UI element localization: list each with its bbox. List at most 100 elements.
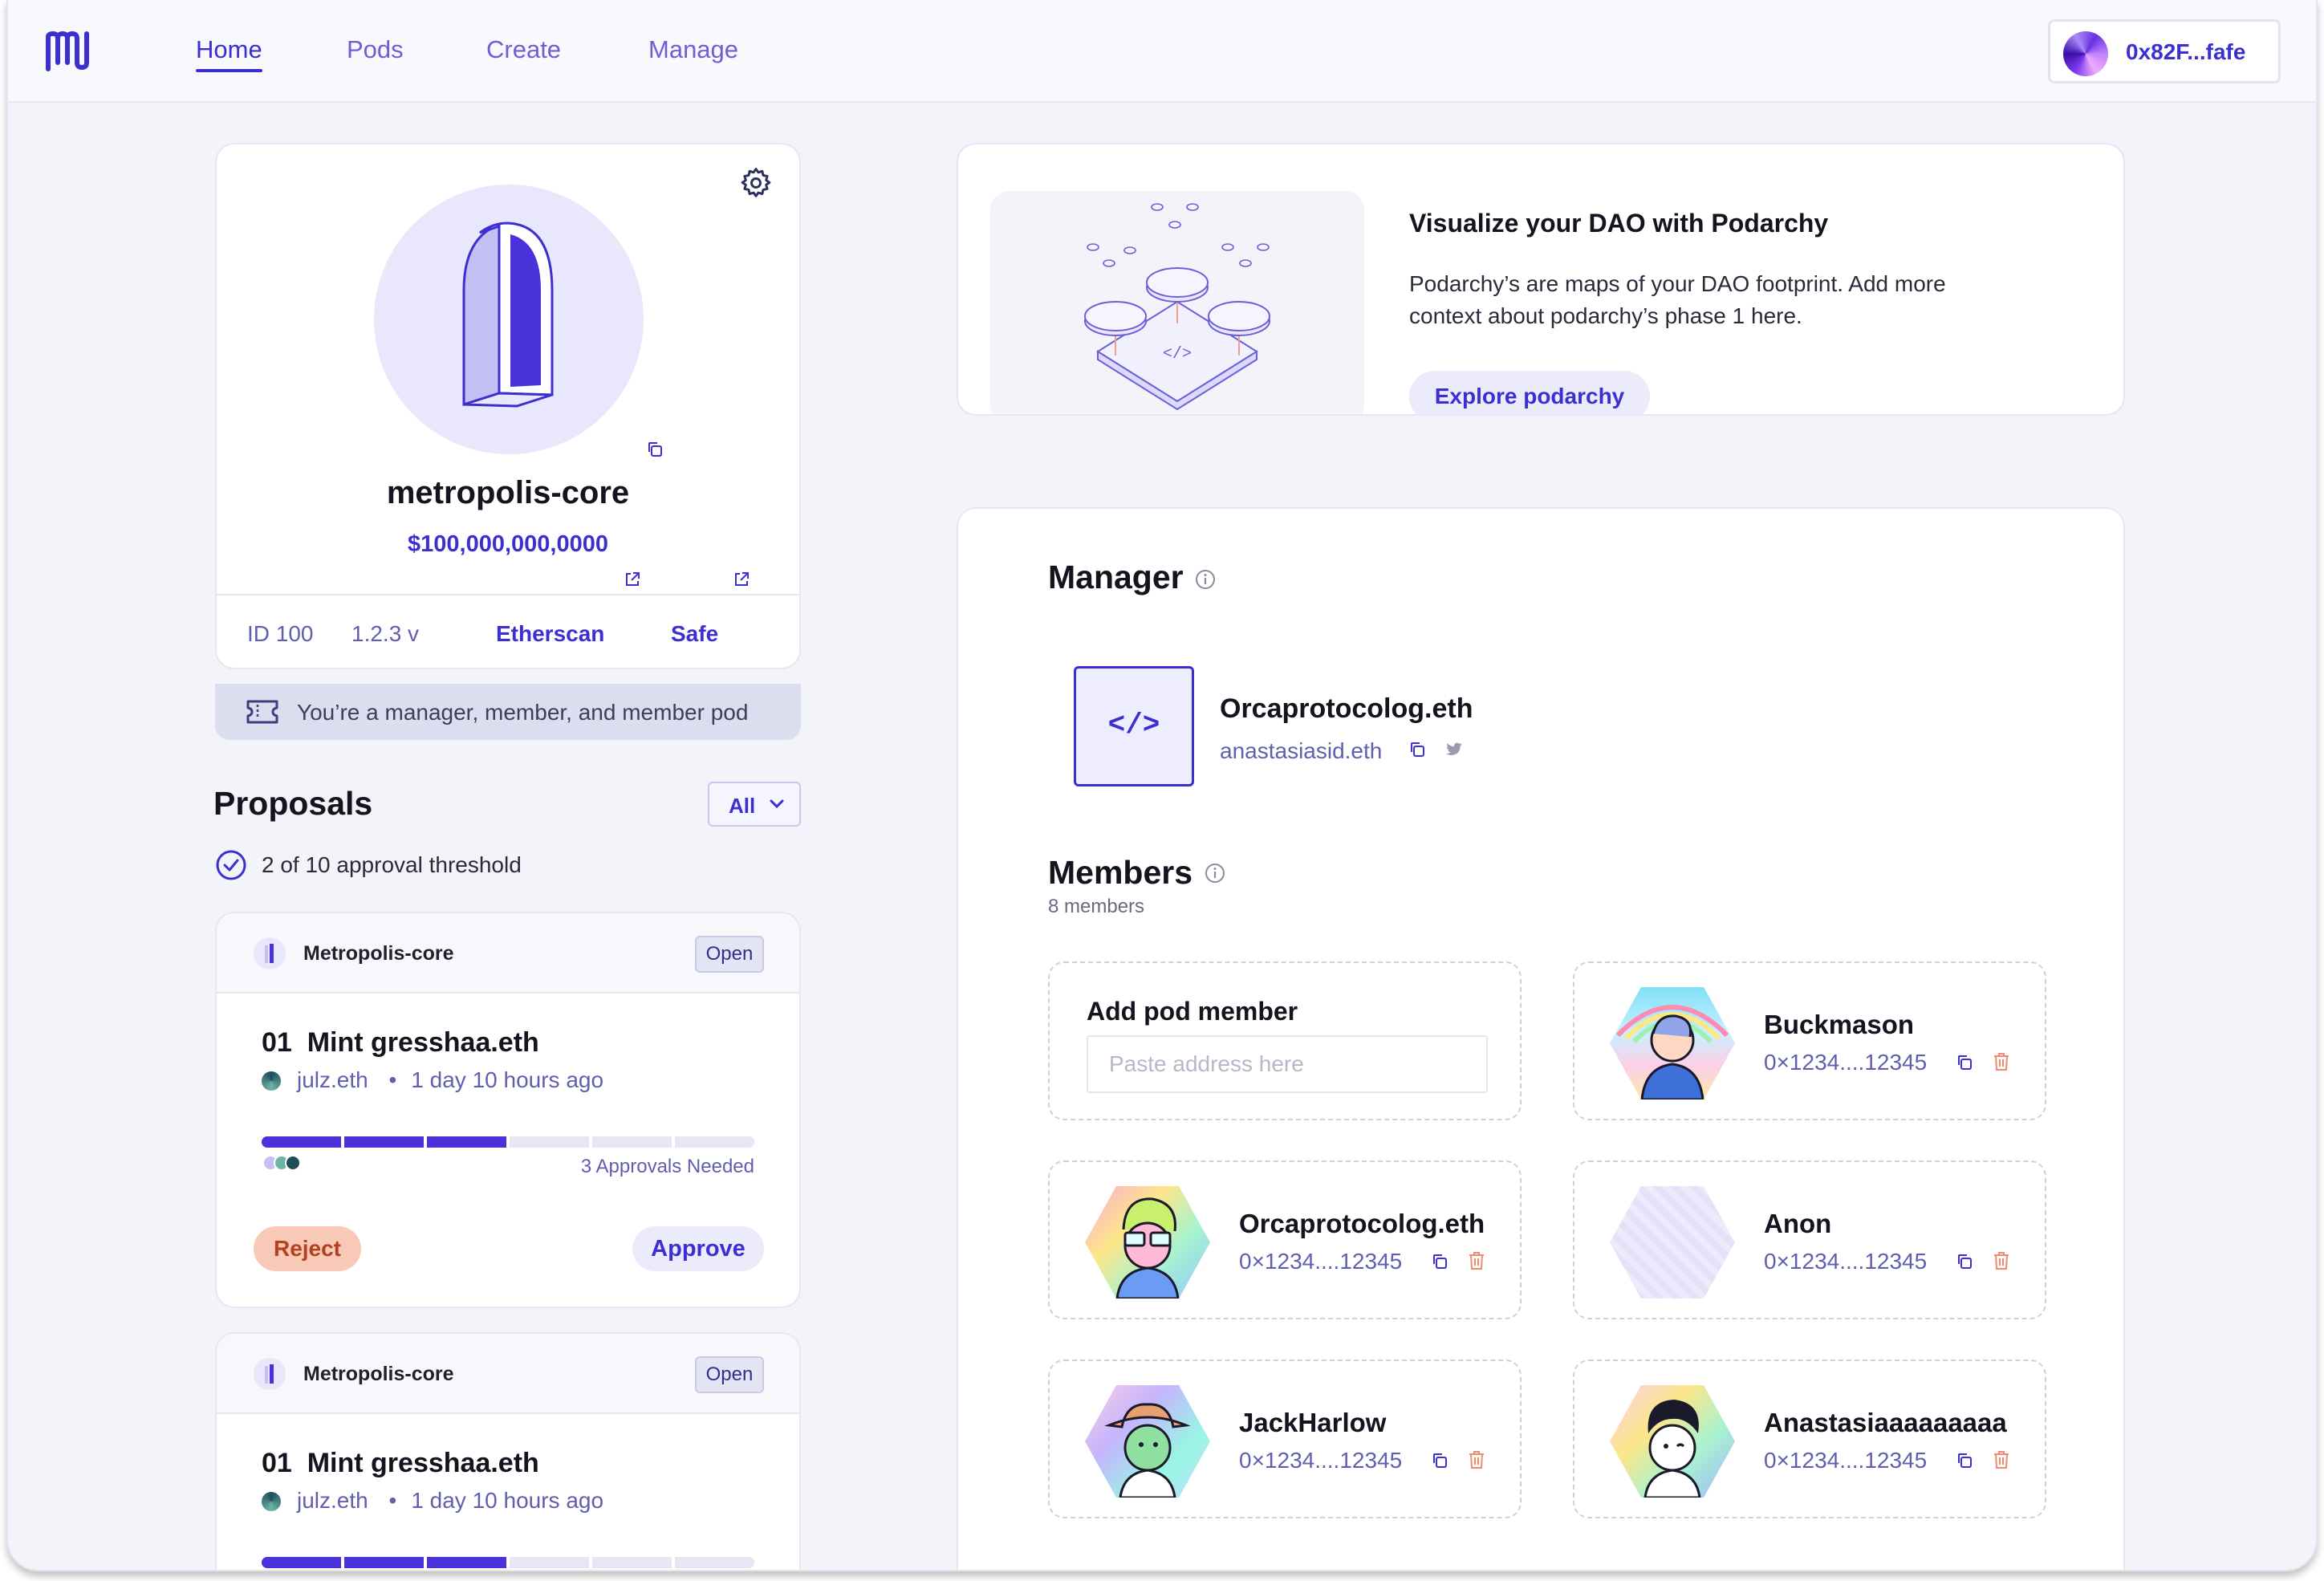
copy-manager-icon[interactable] bbox=[1408, 740, 1427, 759]
manager-name: Orcaprotocolog.eth bbox=[1220, 693, 1473, 724]
pod-meta-row: ID 100 1.2.3 v Etherscan Safe bbox=[217, 594, 799, 666]
author-avatar bbox=[262, 1492, 281, 1511]
trash-icon[interactable] bbox=[1992, 1449, 2011, 1470]
member-address: 0×1234....12345 bbox=[1764, 1249, 1928, 1274]
member-avatar bbox=[1610, 987, 1735, 1099]
pod-name: metropolis-core bbox=[386, 475, 630, 510]
proposal-title: 01 Mint gresshaa.eth bbox=[262, 1448, 539, 1479]
members-count: 8 members bbox=[1048, 896, 1145, 917]
add-member-title: Add pod member bbox=[1087, 997, 1298, 1026]
proposal-title: 01 Mint gresshaa.eth bbox=[262, 1027, 539, 1059]
progress-segment-empty bbox=[592, 1136, 672, 1148]
copy-address-icon[interactable] bbox=[1430, 1451, 1449, 1470]
proposal-card: Metropolis-core Open 01 Mint gresshaa.et… bbox=[215, 912, 801, 1308]
member-card: Anastasiaaaaaaaaa 0×1234....12345 bbox=[1573, 1359, 2046, 1518]
progress-segment-empty bbox=[510, 1557, 589, 1568]
status-badge: Open bbox=[695, 936, 764, 973]
ticket-icon bbox=[246, 700, 278, 724]
members-info-icon[interactable] bbox=[1204, 862, 1226, 884]
member-name: JackHarlow bbox=[1239, 1408, 1387, 1437]
proposal-header: Metropolis-core Open bbox=[217, 1334, 799, 1414]
meta-separator: • bbox=[388, 1067, 397, 1092]
member-name: Anon bbox=[1764, 1209, 1832, 1238]
threshold-text: 2 of 10 approval threshold bbox=[262, 852, 522, 877]
manager-ens: anastasiasid.eth bbox=[1220, 738, 1383, 763]
wallet-button[interactable]: 0x82F...fafe bbox=[2048, 19, 2281, 83]
proposal-header: Metropolis-core Open bbox=[217, 913, 799, 994]
role-banner: You’re a manager, member, and member pod bbox=[215, 684, 801, 740]
approver-avatars bbox=[262, 1155, 301, 1171]
copy-address-icon[interactable] bbox=[1430, 1252, 1449, 1271]
app-window: Home Pods Create Manage 0x82F...fafe met… bbox=[6, 0, 2318, 1571]
chevron-down-icon bbox=[770, 799, 784, 809]
trash-icon[interactable] bbox=[1467, 1449, 1486, 1470]
member-card: Buckmason 0×1234....12345 bbox=[1573, 961, 2046, 1120]
approvals-needed-text: 3 Approvals Needed bbox=[580, 1156, 754, 1177]
etherscan-external-link-icon[interactable] bbox=[623, 570, 642, 589]
pod-door-icon bbox=[462, 222, 554, 408]
podarchy-card: </> Visualize your DAO with Podarchy Pod… bbox=[957, 143, 2125, 416]
proposal-name: Mint gresshaa.eth bbox=[307, 1027, 539, 1058]
proposals-filter-select[interactable]: All bbox=[708, 782, 801, 827]
code-glyph-illustration: </> bbox=[1163, 345, 1192, 364]
member-avatar bbox=[1085, 1186, 1210, 1299]
reject-button[interactable]: Reject bbox=[254, 1226, 361, 1271]
safe-external-link-icon[interactable] bbox=[732, 570, 751, 589]
progress-segment-filled bbox=[262, 1136, 341, 1148]
metropolis-logo-icon[interactable] bbox=[45, 30, 90, 72]
member-name: Anastasiaaaaaaaaa bbox=[1764, 1408, 2007, 1437]
member-name: Buckmason bbox=[1764, 1010, 1915, 1039]
progress-segment-filled bbox=[427, 1557, 506, 1568]
twitter-icon[interactable] bbox=[1444, 740, 1464, 759]
filter-value: All bbox=[729, 794, 756, 818]
member-address: 0×1234....12345 bbox=[1239, 1249, 1403, 1274]
status-badge: Open bbox=[695, 1356, 764, 1393]
member-avatar bbox=[1085, 1385, 1210, 1498]
nav-pods[interactable]: Pods bbox=[347, 35, 404, 64]
settings-gear-icon[interactable] bbox=[738, 165, 774, 201]
meta-separator: • bbox=[388, 1488, 397, 1513]
pod-version: 1.2.3 v bbox=[351, 621, 420, 646]
progress-segment-filled bbox=[427, 1136, 506, 1148]
manager-info-icon[interactable] bbox=[1194, 568, 1217, 591]
nav-home[interactable]: Home bbox=[196, 35, 262, 72]
copy-address-icon[interactable] bbox=[1955, 1451, 1974, 1470]
progress-segment-empty bbox=[510, 1136, 589, 1148]
check-circle-icon bbox=[216, 850, 246, 880]
member-avatar-placeholder bbox=[1610, 1186, 1735, 1299]
manager-title: Manager bbox=[1048, 559, 1184, 595]
member-address: 0×1234....12345 bbox=[1764, 1448, 1928, 1473]
wallet-address: 0x82F...fafe bbox=[2126, 39, 2246, 64]
proposal-author[interactable]: julz.eth bbox=[297, 1488, 368, 1513]
trash-icon[interactable] bbox=[1467, 1250, 1486, 1271]
member-address: 0×1234....12345 bbox=[1239, 1448, 1403, 1473]
proposal-time: 1 day 10 hours ago bbox=[411, 1488, 604, 1513]
proposal-card: Metropolis-core Open 01 Mint gresshaa.et… bbox=[215, 1332, 801, 1570]
members-title: Members bbox=[1048, 854, 1193, 891]
copy-address-icon[interactable] bbox=[1955, 1053, 1974, 1072]
nav-create[interactable]: Create bbox=[486, 35, 561, 64]
pod-avatar bbox=[374, 185, 644, 454]
proposal-author[interactable]: julz.eth bbox=[297, 1067, 368, 1092]
copy-address-icon[interactable] bbox=[1955, 1252, 1974, 1271]
proposal-number: 01 bbox=[262, 1027, 292, 1058]
podarchy-description: Podarchy’s are maps of your DAO footprin… bbox=[1409, 271, 1946, 328]
etherscan-link[interactable]: Etherscan bbox=[496, 621, 604, 647]
pod-mini-icon bbox=[254, 937, 286, 969]
podarchy-illustration: </> bbox=[990, 191, 1364, 414]
proposal-pod-label: Metropolis-core bbox=[303, 1363, 454, 1385]
safe-link[interactable]: Safe bbox=[671, 621, 718, 647]
member-card: Anon 0×1234....12345 bbox=[1573, 1160, 2046, 1319]
progress-segment-empty bbox=[592, 1557, 672, 1568]
proposals-title: Proposals bbox=[213, 785, 373, 822]
pod-value: $100,000,000,0000 bbox=[408, 531, 608, 557]
trash-icon[interactable] bbox=[1992, 1051, 2011, 1072]
add-member-input[interactable] bbox=[1087, 1035, 1488, 1093]
trash-icon[interactable] bbox=[1992, 1250, 2011, 1271]
progress-segment-empty bbox=[675, 1557, 754, 1568]
copy-pod-icon[interactable] bbox=[645, 440, 664, 459]
nav-manage[interactable]: Manage bbox=[648, 35, 738, 64]
approve-button[interactable]: Approve bbox=[632, 1226, 764, 1271]
explore-podarchy-button[interactable]: Explore podarchy bbox=[1409, 371, 1650, 414]
approval-progress-bar bbox=[262, 1136, 754, 1148]
